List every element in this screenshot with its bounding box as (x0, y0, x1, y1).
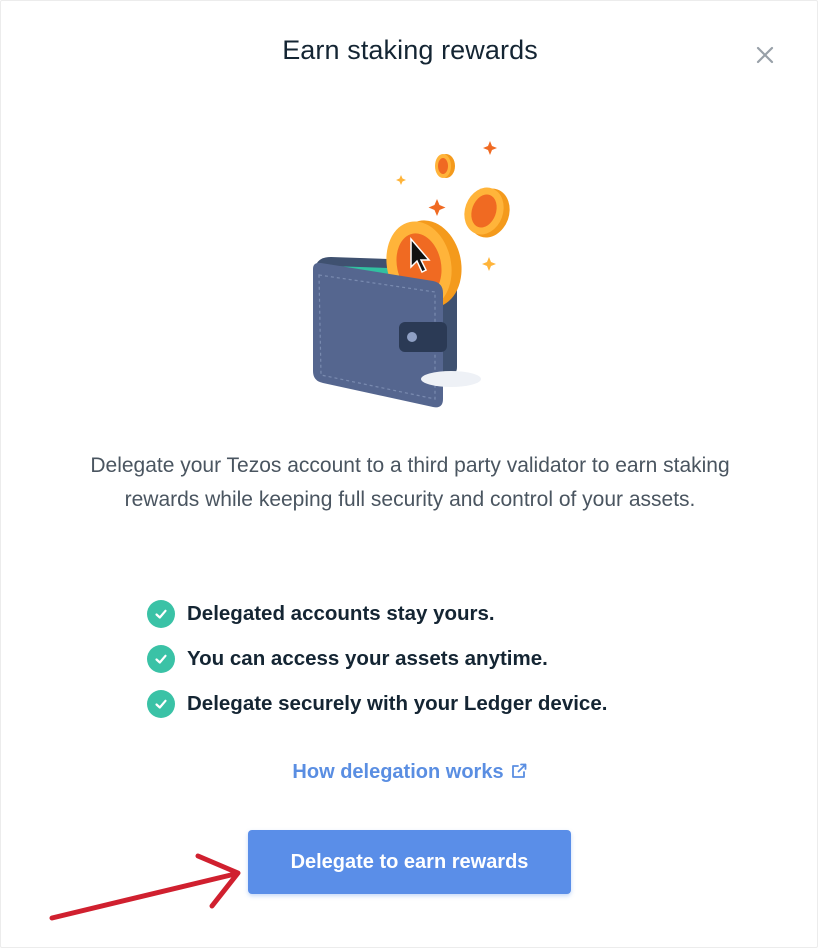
feature-item: Delegate securely with your Ledger devic… (147, 681, 607, 726)
feature-list: Delegated accounts stay yours. You can a… (147, 591, 607, 726)
check-circle-icon (147, 689, 175, 718)
red-arrow-icon (49, 853, 241, 921)
delegate-button[interactable]: Delegate to earn rewards (248, 830, 571, 894)
delegation-modal: Earn staking rewards Delegate your Tezos… (0, 0, 818, 948)
feature-item: You can access your assets anytime. (147, 636, 607, 681)
how-delegation-works-link[interactable]: How delegation works (1, 761, 818, 784)
description-text: Delegate your Tezos account to a third p… (90, 454, 730, 511)
modal-title: Earn staking rewards (282, 35, 538, 65)
feature-item: Delegated accounts stay yours. (147, 591, 607, 636)
feature-label: You can access your assets anytime. (187, 646, 548, 670)
feature-label: Delegated accounts stay yours. (187, 601, 495, 625)
close-icon[interactable] (751, 41, 779, 69)
wallet-with-coins-icon (313, 141, 510, 408)
feature-label: Delegate securely with your Ledger devic… (187, 691, 608, 715)
link-label: How delegation works (292, 761, 504, 783)
check-circle-icon (147, 644, 175, 673)
check-circle-icon (147, 599, 175, 628)
external-link-icon (511, 763, 526, 778)
